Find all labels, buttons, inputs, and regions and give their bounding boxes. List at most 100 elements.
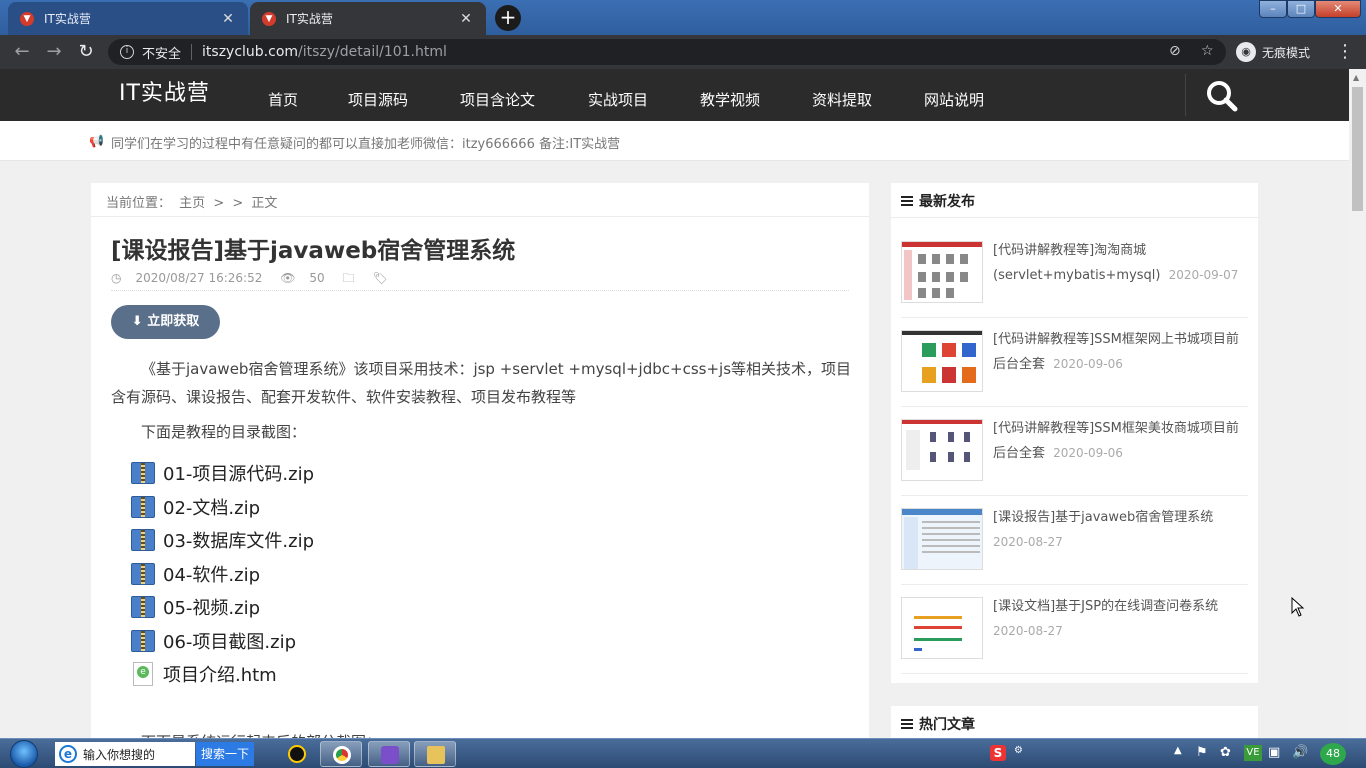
article-views: 50 <box>309 271 325 285</box>
incognito-label: 无痕模式 <box>1262 45 1311 60</box>
post-thumbnail[interactable] <box>901 597 983 659</box>
nav-item-source[interactable]: 项目源码 <box>348 89 408 110</box>
file-item: 01-项目源代码.zip <box>131 459 314 487</box>
url-path[interactable]: /itszy/detail/101.html <box>298 44 447 60</box>
sogou-input-icon[interactable]: S <box>990 745 1006 761</box>
chrome-app[interactable] <box>320 741 362 767</box>
file-item: 04-软件.zip <box>131 560 260 588</box>
visual-studio-app[interactable] <box>368 741 410 767</box>
hot-articles-header: 热门文章 <box>891 706 1258 741</box>
tracking-blocked-icon[interactable]: ⊘ <box>1169 43 1181 59</box>
back-arrow-icon[interactable]: ← <box>11 41 33 63</box>
site-logo[interactable]: IT实战营 <box>119 75 210 107</box>
latest-posts-panel: 最新发布 [代码讲解教程等]淘淘商城(servlet+mybatis+mysql… <box>891 183 1258 683</box>
dorm-system-screenshot-thumbnail <box>902 509 982 569</box>
file-name: 项目介绍.htm <box>163 665 277 686</box>
new-tab-button[interactable]: + <box>495 5 521 31</box>
volume-icon[interactable]: 🔊 <box>1292 745 1308 760</box>
post-item[interactable]: [课设文档]基于JSP的在线调查问卷系统 2020-08-27 <box>901 585 1248 674</box>
taskbar-search-box[interactable]: e 输入你想搜的 <box>55 742 195 766</box>
nav-item-about[interactable]: 网站说明 <box>924 89 984 110</box>
post-text[interactable]: [课设报告]基于javaweb宿舍管理系统 2020-08-27 <box>993 506 1248 555</box>
post-thumbnail[interactable] <box>901 508 983 570</box>
close-window-button[interactable]: ✕ <box>1315 0 1361 18</box>
search-icon[interactable] <box>1205 79 1239 113</box>
post-item[interactable]: [课设报告]基于javaweb宿舍管理系统 2020-08-27 <box>901 496 1248 585</box>
close-tab-icon[interactable]: ✕ <box>458 11 474 27</box>
display-tray-icon[interactable]: ▣ <box>1268 745 1280 760</box>
scroll-up-icon[interactable]: ▲ <box>1353 73 1359 82</box>
minimize-button[interactable]: – <box>1259 0 1287 18</box>
file-name: 04-软件.zip <box>163 565 260 586</box>
breadcrumb-home[interactable]: 主页 <box>179 196 205 211</box>
folder-icon: 🗀 <box>342 271 355 285</box>
browser-tabstrip: ▼ IT实战营 ✕ ▼ IT实战营 ✕ + – □ ✕ <box>0 0 1366 35</box>
post-date: 2020-08-27 <box>993 624 1063 638</box>
get-now-button[interactable]: ⬇ 立即获取 <box>111 305 220 339</box>
post-item[interactable]: [代码讲解教程等]SSM框架网上书城项目前后台全套 2020-09-06 <box>901 318 1248 407</box>
taskbar-search-button[interactable]: 搜索一下 <box>196 742 254 766</box>
file-item: 06-项目截图.zip <box>131 627 296 655</box>
qq-app[interactable] <box>276 741 318 767</box>
post-thumbnail[interactable] <box>901 241 983 303</box>
explorer-app[interactable] <box>414 741 456 767</box>
forward-arrow-icon[interactable]: → <box>43 41 65 63</box>
info-icon[interactable]: i <box>120 45 134 59</box>
post-thumbnail[interactable] <box>901 419 983 481</box>
zip-archive-icon <box>131 630 155 652</box>
scrollbar-thumb[interactable] <box>1352 87 1363 211</box>
tray-app-icon[interactable]: ✿ <box>1220 745 1231 760</box>
zip-archive-icon <box>131 596 155 618</box>
post-item[interactable]: [代码讲解教程等]淘淘商城(servlet+mybatis+mysql) 202… <box>901 229 1248 318</box>
article-title: [课设报告]基于javaweb宿舍管理系统 <box>111 238 516 264</box>
post-title[interactable]: [课设文档]基于JSP的在线调查问卷系统 <box>993 599 1218 614</box>
breadcrumb-separator: > <box>232 196 244 211</box>
browser-tab-active[interactable]: ▼ IT实战营 ✕ <box>250 2 486 35</box>
divider <box>191 44 193 60</box>
reload-icon[interactable]: ↻ <box>75 41 97 63</box>
post-item[interactable]: [代码讲解教程等]SSM框架美妆商城项目前后台全套 2020-09-06 <box>901 407 1248 496</box>
get-now-label: 立即获取 <box>147 314 200 329</box>
nav-item-videos[interactable]: 教学视频 <box>700 89 760 110</box>
file-name: 01-项目源代码.zip <box>163 464 314 485</box>
post-text[interactable]: [课设文档]基于JSP的在线调查问卷系统 2020-08-27 <box>993 595 1248 644</box>
list-icon <box>901 719 913 729</box>
maximize-button[interactable]: □ <box>1287 0 1315 18</box>
browser-menu-icon[interactable]: ⋮ <box>1336 41 1354 63</box>
file-item: 项目介绍.htm <box>131 660 277 688</box>
post-thumbnail[interactable] <box>901 330 983 392</box>
start-button[interactable] <box>6 739 44 768</box>
nav-item-thesis[interactable]: 项目含论文 <box>460 89 535 110</box>
post-title[interactable]: [代码讲解教程等]淘淘商城(servlet+mybatis+mysql) <box>993 243 1161 283</box>
address-bar[interactable]: i 不安全 itszyclub.com/itszy/detail/101.htm… <box>108 39 1226 65</box>
nav-item-home[interactable]: 首页 <box>268 89 298 110</box>
bookmark-star-icon[interactable]: ☆ <box>1201 43 1214 59</box>
browser-tab[interactable]: ▼ IT实战营 ✕ <box>8 2 248 35</box>
page-scrollbar[interactable]: ▲ <box>1349 69 1366 739</box>
battery-indicator[interactable]: 48 <box>1320 743 1346 765</box>
input-settings-icon[interactable]: ⚙ <box>1014 745 1023 756</box>
article-panel: 当前位置： 主页 > > 正文 [课设报告]基于javaweb宿舍管理系统 ◷ 2… <box>91 183 869 751</box>
notice-bar: 📢 同学们在学习的过程中有任意疑问的都可以直接加老师微信：itzy666666 … <box>0 121 1349 161</box>
security-label[interactable]: 不安全 <box>142 43 181 62</box>
close-tab-icon[interactable]: ✕ <box>220 11 236 27</box>
nav-item-materials[interactable]: 资料提取 <box>812 89 872 110</box>
ve-tray-icon[interactable]: VE <box>1244 745 1262 761</box>
nav-item-projects[interactable]: 实战项目 <box>588 89 648 110</box>
network-flag-icon[interactable]: ⚑ <box>1196 745 1208 760</box>
show-hidden-icons[interactable]: ▲ <box>1174 745 1182 756</box>
header-divider <box>1185 74 1186 116</box>
incognito-indicator[interactable]: ◉ 无痕模式 <box>1236 40 1310 64</box>
windows-taskbar: e 输入你想搜的 搜索一下 S ⚙ ▲ ⚑ ✿ VE ▣ 🔊 48 <box>0 738 1366 768</box>
browser-toolbar: ← → ↻ i 不安全 itszyclub.com/itszy/detail/1… <box>0 35 1366 69</box>
post-text[interactable]: [代码讲解教程等]SSM框架网上书城项目前后台全套 2020-09-06 <box>993 328 1248 377</box>
zip-archive-icon <box>131 563 155 585</box>
post-title[interactable]: [课设报告]基于javaweb宿舍管理系统 <box>993 510 1213 525</box>
post-text[interactable]: [代码讲解教程等]淘淘商城(servlet+mybatis+mysql) 202… <box>993 239 1248 288</box>
file-item: 05-视频.zip <box>131 593 260 621</box>
post-text[interactable]: [代码讲解教程等]SSM框架美妆商城项目前后台全套 2020-09-06 <box>993 417 1248 466</box>
list-icon <box>901 196 913 206</box>
url-host[interactable]: itszyclub.com <box>202 44 298 60</box>
cosmetics-shop-screenshot-thumbnail <box>902 420 982 480</box>
breadcrumb-prefix: 当前位置： <box>106 196 172 211</box>
